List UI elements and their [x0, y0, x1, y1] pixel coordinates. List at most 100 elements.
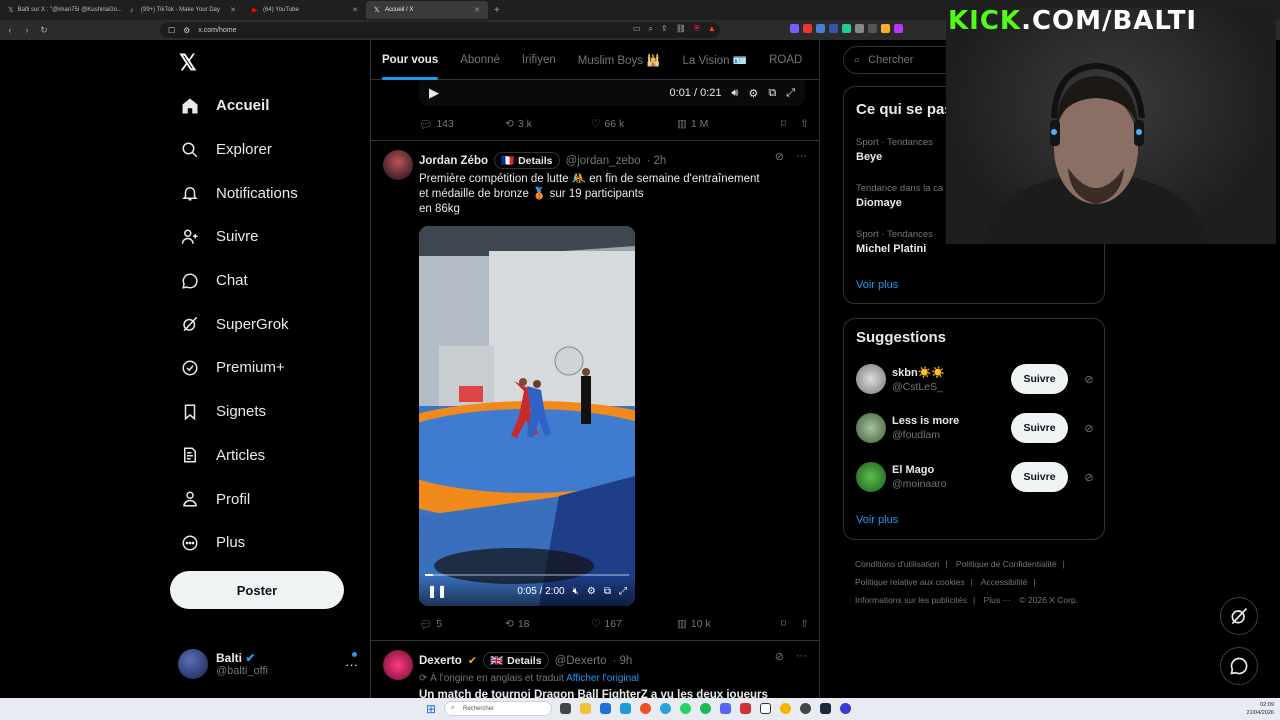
author-handle[interactable]: @Dexerto	[555, 655, 607, 667]
avatar[interactable]	[383, 650, 413, 680]
rewards-icon[interactable]: ▲	[708, 24, 716, 34]
forward-icon[interactable]: ›	[20, 25, 34, 35]
more-options-icon[interactable]: ···	[345, 657, 358, 672]
nav-item-follow[interactable]: Suivre	[176, 215, 366, 259]
settings-icon[interactable]: ⚙	[587, 586, 596, 597]
browser-tab[interactable]: ▶ (64) YouTube ✕	[244, 1, 366, 19]
mute-icon[interactable]: 🔇︎	[573, 586, 579, 597]
play-icon[interactable]: ▶	[429, 85, 439, 101]
author-name[interactable]: Jordan Zébo	[419, 155, 488, 167]
site-info-icon[interactable]: ⚙	[183, 26, 190, 35]
follow-button[interactable]: Suivre	[1011, 364, 1068, 394]
extension-icon[interactable]	[868, 24, 877, 33]
views-button[interactable]: ▥ 10 k	[677, 618, 763, 630]
extension-icon[interactable]	[790, 24, 799, 33]
link-icon[interactable]: ⛓	[676, 24, 686, 34]
fullscreen-icon[interactable]: ⤢	[619, 586, 627, 597]
share-icon[interactable]: ⇧	[800, 618, 809, 630]
back-icon[interactable]: ‹	[3, 25, 17, 35]
reply-button[interactable]: 💬︎ 143	[419, 118, 505, 131]
nav-item-articles[interactable]: Articles	[176, 434, 366, 478]
close-tab-icon[interactable]: ✕	[230, 6, 236, 14]
see-more-link[interactable]: Voir plus	[856, 514, 898, 526]
bookmark-icon[interactable]: ⌑	[781, 118, 786, 130]
show-original-link[interactable]: Afficher l'original	[566, 673, 639, 684]
trend-item[interactable]: Tendance dans la ca Diomaye	[856, 183, 943, 209]
views-button[interactable]: ▥ 1 M	[677, 118, 763, 130]
file-explorer-icon[interactable]	[580, 703, 591, 714]
more-icon[interactable]: ···	[796, 150, 807, 163]
new-tab-button[interactable]: +	[494, 5, 500, 16]
repost-button[interactable]: ⟲ 18	[505, 618, 591, 630]
nav-item-home[interactable]: Accueil	[176, 84, 366, 128]
bookmark-page-icon[interactable]: ☐	[168, 26, 175, 35]
taskbar-search[interactable]: ⌕ Rechercher	[444, 701, 552, 716]
block-icon[interactable]: ⊘	[1082, 373, 1096, 386]
close-tab-icon[interactable]: ✕	[474, 6, 480, 14]
tab-road[interactable]: ROAD	[758, 40, 813, 80]
footer-link[interactable]: Conditions d'utilisation	[855, 559, 939, 569]
tab-following[interactable]: Abonné	[449, 40, 511, 80]
account-switcher[interactable]: Balti ✔ @balti_offi ···	[178, 647, 358, 681]
extension-icon[interactable]	[842, 24, 851, 33]
grok-button[interactable]	[1220, 597, 1258, 635]
taskbar-app-icon[interactable]	[600, 703, 611, 714]
pip-icon[interactable]: ⧉	[768, 87, 776, 100]
browser-tab[interactable]: 𝕏Balti sur X : "@iman75I @KushinaGo...✕	[0, 1, 122, 19]
extension-icon[interactable]	[894, 24, 903, 33]
more-icon[interactable]: ···	[796, 650, 807, 663]
nav-item-notifications[interactable]: Notifications	[176, 171, 366, 215]
taskbar-app-icon[interactable]	[620, 703, 631, 714]
block-icon[interactable]: ⊘	[775, 150, 784, 163]
x-logo-icon[interactable]: 𝕏	[179, 50, 197, 76]
post-age[interactable]: · 9h	[613, 655, 633, 667]
share-icon[interactable]: ⇧	[800, 118, 809, 130]
nav-item-supergrok[interactable]: SuperGrok	[176, 302, 366, 346]
system-tray[interactable]: 02:09 21/04/2026	[1246, 701, 1274, 717]
taskbar-app-icon[interactable]	[560, 703, 571, 714]
footer-link[interactable]: Plus ···	[984, 595, 1011, 605]
spotify-icon[interactable]	[700, 703, 711, 714]
nav-item-profile[interactable]: Profil	[176, 477, 366, 521]
post-age[interactable]: · 2h	[647, 155, 667, 167]
extension-icon[interactable]	[855, 24, 864, 33]
zoom-icon[interactable]: ⌕	[649, 24, 653, 34]
footer-link[interactable]: Informations sur les publicités	[855, 595, 967, 605]
nav-item-bookmarks[interactable]: Signets	[176, 390, 366, 434]
nav-item-more[interactable]: Plus	[176, 521, 366, 565]
repost-button[interactable]: ⟲ 3 k	[505, 118, 591, 130]
post-video[interactable]: ❚❚ 0:05 / 2:00 🔇︎ ⚙ ⧉ ⤢	[419, 226, 635, 606]
suggestion-item[interactable]: Less is more @foudlam Suivre ⊘	[856, 410, 1096, 446]
bookmark-icon[interactable]: ⌑	[781, 618, 786, 630]
details-pill[interactable]: 🇫🇷 Details	[494, 152, 560, 169]
nav-item-chat[interactable]: Chat	[176, 259, 366, 303]
settings-icon[interactable]: ⚙	[748, 87, 758, 100]
details-pill[interactable]: 🇬🇧 Details	[483, 652, 549, 669]
windows-start-icon[interactable]: ⊞	[426, 702, 436, 716]
block-icon[interactable]: ⊘	[775, 650, 784, 663]
browser-tab-active[interactable]: 𝕏 Accueil / X ✕	[366, 1, 488, 19]
like-button[interactable]: ♡ 167	[591, 618, 677, 630]
block-icon[interactable]: ⊘	[1082, 422, 1096, 435]
fullscreen-icon[interactable]: ⤢	[786, 87, 795, 100]
see-more-link[interactable]: Voir plus	[856, 279, 898, 291]
pause-icon[interactable]: ❚❚	[427, 584, 447, 598]
whatsapp-icon[interactable]	[680, 703, 691, 714]
steam-icon[interactable]	[820, 703, 831, 714]
extension-icon[interactable]	[803, 24, 812, 33]
telegram-icon[interactable]	[660, 703, 671, 714]
tab-irifiyen[interactable]: Irifiyen	[511, 40, 567, 80]
extension-icon[interactable]	[881, 24, 890, 33]
reload-icon[interactable]: ↻	[37, 25, 51, 36]
brave-shield-icon[interactable]: ⛨	[694, 24, 700, 34]
taskbar-app-icon[interactable]	[840, 703, 851, 714]
suggestion-item[interactable]: skbn☀️☀️ @CstLeS_ Suivre ⊘	[856, 361, 1096, 397]
tab-for-you[interactable]: Pour vous	[371, 40, 449, 80]
reply-button[interactable]: 💬︎ 5	[419, 618, 505, 631]
close-tab-icon[interactable]: ✕	[352, 6, 358, 14]
post-button[interactable]: Poster	[170, 571, 344, 609]
author-handle[interactable]: @jordan_zebo	[566, 155, 641, 167]
screenshot-icon[interactable]: ▭	[633, 24, 641, 34]
chatgpt-icon[interactable]	[800, 703, 811, 714]
footer-link[interactable]: Politique relative aux cookies	[855, 577, 965, 587]
